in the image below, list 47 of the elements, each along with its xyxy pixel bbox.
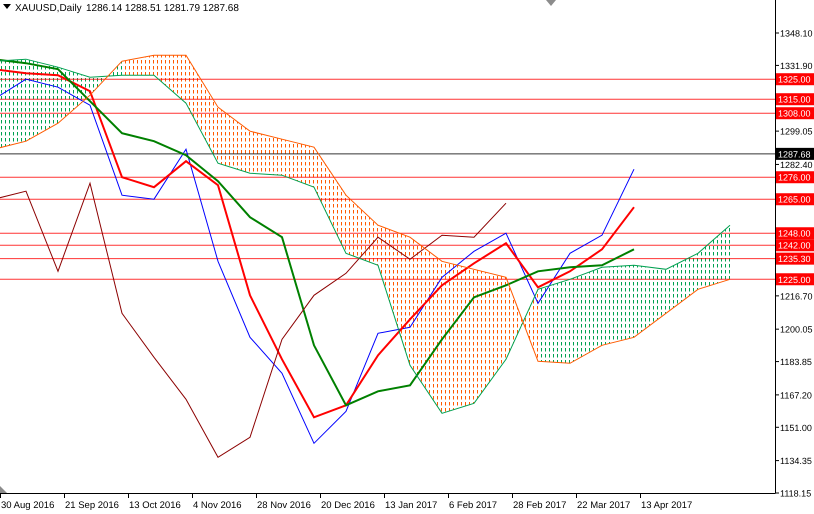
price-level-label: 1276.00 <box>776 171 814 184</box>
x-axis-label: 4 Nov 2016 <box>193 500 242 511</box>
price-level-label: 1315.00 <box>776 93 814 106</box>
price-level-label: 1248.00 <box>776 227 814 240</box>
y-axis-label: 1216.70 <box>780 291 813 302</box>
chart-shift-marker-icon[interactable] <box>546 0 556 6</box>
ref-line-label: 1248.00 <box>778 228 811 239</box>
y-axis-label: 1183.85 <box>780 357 812 368</box>
x-axis-label: 22 Mar 2017 <box>577 500 630 511</box>
x-axis-label: 13 Apr 2017 <box>641 500 692 511</box>
y-axis-label: 1299.05 <box>780 126 813 137</box>
ref-line-label: 1242.00 <box>778 240 811 251</box>
price-level-label: 1225.00 <box>776 273 814 286</box>
y-axis-label: 1134.35 <box>780 456 812 466</box>
ref-line-label: 1325.00 <box>778 74 811 85</box>
dropdown-triangle-icon[interactable] <box>3 4 11 9</box>
price-level-label: 1308.00 <box>776 107 814 120</box>
y-axis-label: 1282.40 <box>780 160 813 170</box>
price-level-label: 1242.00 <box>776 239 814 252</box>
x-axis-label: 20 Dec 2016 <box>321 500 375 511</box>
ref-line-label: 1308.00 <box>778 108 811 119</box>
ref-line-label: 1265.00 <box>778 194 811 205</box>
price-level-label: 1325.00 <box>776 73 814 86</box>
y-axis-label: 1331.90 <box>780 60 813 71</box>
x-axis-label: 13 Jan 2017 <box>385 500 438 511</box>
y-axis-label: 1118.15 <box>780 488 812 498</box>
ref-line-label: 1276.00 <box>778 172 811 183</box>
x-axis-label: 13 Oct 2016 <box>129 500 181 511</box>
x-axis-label: 28 Feb 2017 <box>513 500 566 511</box>
y-axis-label: 1167.20 <box>780 390 812 400</box>
y-axis-label: 1151.00 <box>780 422 812 433</box>
price-level-label: 1265.00 <box>776 193 814 206</box>
chart-symbol: XAUUSD,Daily <box>15 3 82 14</box>
ref-line-label: 1225.00 <box>778 274 811 285</box>
ref-line-label: 1287.68 <box>778 149 811 160</box>
y-axis-label: 1348.10 <box>780 28 813 38</box>
x-axis-label: 30 Aug 2016 <box>1 500 54 511</box>
ref-line-label: 1315.00 <box>778 94 811 105</box>
x-axis-label: 6 Feb 2017 <box>449 500 498 511</box>
price-level-label: 1287.68 <box>776 148 814 160</box>
price-level-label: 1235.30 <box>776 252 814 265</box>
y-axis-label: 1200.05 <box>780 324 813 335</box>
ohlc-values: 1286.14 1288.51 1281.79 1287.68 <box>86 3 239 14</box>
ref-line-label: 1235.30 <box>778 254 811 264</box>
chart-shift-marker-icon[interactable] <box>0 486 7 493</box>
x-axis-label: 21 Sep 2016 <box>65 500 119 511</box>
x-axis-label: 28 Nov 2016 <box>257 500 311 511</box>
